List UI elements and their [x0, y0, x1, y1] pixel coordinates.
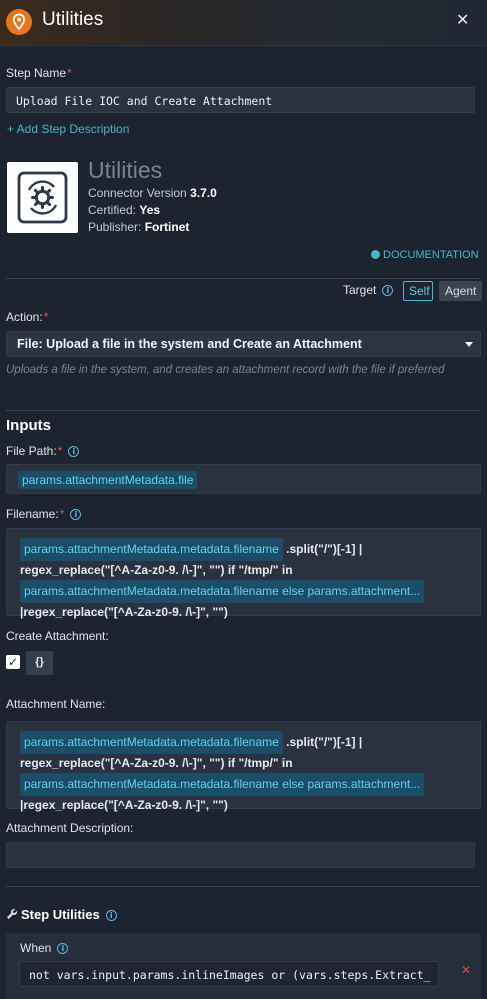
target-self-button[interactable]: Self [403, 281, 433, 301]
step-name-label: Step Name* [6, 66, 72, 80]
when-condition-input[interactable]: not vars.input.params.inlineImages or (v… [19, 961, 439, 987]
step-utilities-heading: Step Utilities i [6, 907, 117, 922]
info-icon[interactable]: i [57, 943, 69, 954]
divider [6, 410, 481, 411]
remove-condition-icon[interactable]: ✕ [461, 963, 471, 977]
info-icon[interactable]: i [68, 446, 80, 457]
when-condition-value: not vars.input.params.inlineImages or (v… [29, 968, 431, 982]
step-name-value: Upload File IOC and Create Attachment [16, 94, 273, 108]
expression-token: params.attachmentMetadata.metadata.filen… [20, 773, 425, 796]
add-step-description-link[interactable]: + Add Step Description [7, 122, 129, 136]
connector-publisher: Publisher: Fortinet [88, 220, 190, 234]
connector-version: Connector Version 3.7.0 [88, 186, 217, 200]
attachment-description-label: Attachment Description: [6, 821, 134, 835]
utilities-app-icon [6, 9, 32, 35]
action-selected-value: File: Upload a file in the system and Cr… [17, 337, 362, 351]
chevron-down-icon [465, 342, 473, 347]
target-agent-button[interactable]: Agent [439, 281, 482, 301]
documentation-link[interactable]: DOCUMENTATION [371, 249, 479, 261]
step-name-input[interactable]: Upload File IOC and Create Attachment [6, 87, 475, 113]
attachment-name-label: Attachment Name: [6, 697, 106, 711]
panel-title: Utilities [42, 9, 104, 30]
panel-header: Utilities ✕ [0, 0, 487, 46]
file-path-token: params.attachmentMetadata.file [18, 471, 198, 489]
create-attachment-label: Create Attachment: [6, 629, 109, 643]
action-label: Action:* [6, 310, 49, 324]
expression-token: params.attachmentMetadata.metadata.filen… [20, 538, 283, 561]
info-icon[interactable]: i [382, 285, 394, 296]
close-icon[interactable]: ✕ [456, 10, 469, 30]
connector-logo [7, 162, 78, 233]
attachment-name-expression: params.attachmentMetadata.metadata.filen… [20, 731, 475, 815]
file-path-input[interactable]: params.attachmentMetadata.file [6, 464, 481, 494]
filename-expression: params.attachmentMetadata.metadata.filen… [20, 538, 475, 622]
expression-toggle-button[interactable]: {} [26, 651, 53, 675]
create-attachment-checkbox[interactable]: ✓ [6, 655, 20, 669]
inputs-heading: Inputs [6, 417, 51, 434]
filename-label: Filename:* i [6, 507, 82, 521]
when-label: When i [20, 941, 69, 955]
info-icon[interactable]: i [70, 509, 82, 520]
expression-token: params.attachmentMetadata.metadata.filen… [20, 731, 283, 754]
connector-certified: Certified: Yes [88, 203, 161, 217]
wrench-icon [6, 908, 18, 920]
divider [6, 886, 481, 887]
expression-token: params.attachmentMetadata.metadata.filen… [20, 580, 425, 603]
file-path-label: File Path:* i [6, 444, 80, 458]
filename-input[interactable]: params.attachmentMetadata.metadata.filen… [6, 528, 481, 619]
info-icon[interactable]: i [105, 910, 117, 921]
action-select[interactable]: File: Upload a file in the system and Cr… [6, 331, 481, 357]
target-label: Target i [343, 283, 394, 297]
when-section: When i not vars.input.params.inlineImages… [6, 933, 481, 999]
attachment-name-input[interactable]: params.attachmentMetadata.metadata.filen… [6, 721, 481, 812]
action-description: Uploads a file in the system, and create… [6, 364, 445, 376]
divider [6, 278, 481, 279]
globe-icon [371, 250, 380, 259]
attachment-description-input[interactable] [6, 842, 475, 868]
connector-name: Utilities [88, 157, 163, 183]
